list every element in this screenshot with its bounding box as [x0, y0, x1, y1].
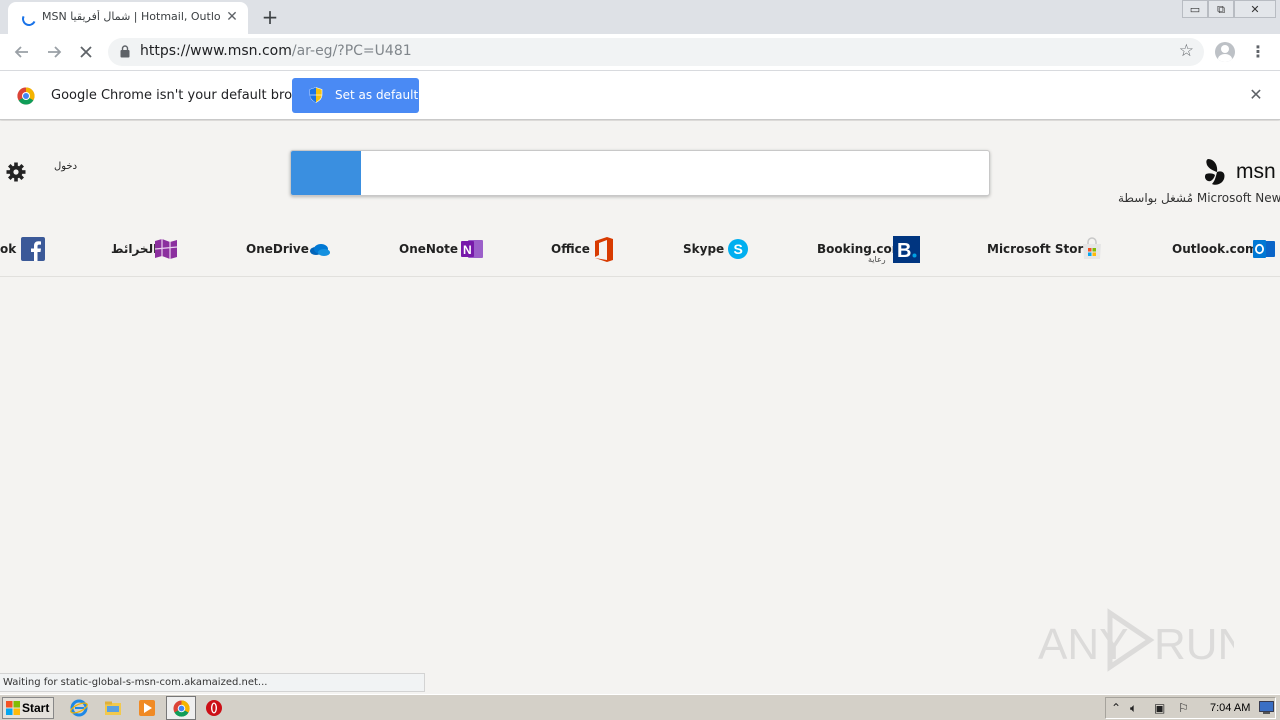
window-minimize-button[interactable]: ▭: [1182, 0, 1208, 18]
svg-text:N: N: [463, 243, 472, 257]
quick-link-label: Booking.com: [817, 242, 905, 256]
tab-strip: MSN شمال أفريقيا | Hotmail, Outlook ✕ + …: [0, 0, 1280, 34]
start-label: Start: [22, 701, 50, 715]
tray-expand-icon[interactable]: ⌃: [1111, 701, 1121, 715]
tab-close-button[interactable]: ✕: [224, 9, 240, 25]
loading-spinner-icon: [20, 10, 38, 28]
quick-link-microsoft-store[interactable]: Microsoft Store: [985, 233, 1105, 269]
quick-link-label: Outlook.com: [1172, 242, 1258, 256]
browser-menu-button[interactable]: ⋮: [1250, 42, 1266, 62]
maps-icon: [154, 239, 178, 259]
msn-page: دخول msn مُشغل بواسطة Microsoft News Out…: [0, 121, 1280, 672]
quick-link-label: OneNote: [399, 242, 459, 256]
chrome-icon: [173, 700, 190, 717]
facebook-icon: [21, 237, 45, 261]
onenote-icon: N: [461, 240, 483, 258]
stop-loading-button[interactable]: [74, 41, 98, 63]
new-tab-button[interactable]: +: [258, 6, 282, 28]
sign-in-link[interactable]: دخول: [54, 161, 77, 172]
booking-icon: B: [893, 236, 920, 263]
store-icon: [1083, 237, 1101, 259]
quick-link-facebook[interactable]: ok: [0, 233, 46, 269]
system-tray: ⌃ 🔈︎ ▣ ⚐ 7:04 AM: [1105, 697, 1276, 719]
tab-title: MSN شمال أفريقيا | Hotmail, Outlook: [42, 10, 220, 23]
show-desktop-icon[interactable]: [1259, 701, 1274, 715]
windows-flag-icon: [6, 701, 20, 715]
default-browser-infobar: Google Chrome isn't your default browser…: [0, 71, 1280, 120]
browser-toolbar: https://www.msn.com/ar-eg/?PC=U481 ☆ ⋮: [0, 34, 1280, 71]
sponsored-label: رعاية: [868, 255, 886, 264]
media-player-icon[interactable]: [138, 699, 156, 717]
person-icon: [1221, 45, 1229, 53]
svg-text:B: B: [897, 240, 911, 262]
volume-icon[interactable]: 🔈︎: [1130, 701, 1137, 716]
msn-butterfly-icon: [1204, 159, 1225, 185]
back-button[interactable]: [10, 41, 34, 63]
svg-text:S: S: [734, 241, 743, 257]
quick-link-office[interactable]: Office: [550, 233, 620, 269]
search-loading-bar: [291, 151, 361, 195]
quick-link-label: Office: [551, 242, 590, 256]
url-host: https://www.msn.com: [140, 43, 292, 59]
msn-logo-text: msn: [1236, 160, 1276, 183]
status-bubble: Waiting for static-global-s-msn-com.akam…: [0, 673, 425, 692]
quick-link-label: الخرائط: [111, 242, 158, 256]
window-restore-button[interactable]: ⧉: [1208, 0, 1234, 18]
quick-link-onedrive[interactable]: OneDrive: [245, 233, 335, 269]
quick-link-onenote[interactable]: OneNote N: [398, 233, 486, 269]
profile-avatar[interactable]: [1215, 42, 1235, 62]
settings-gear-icon[interactable]: [5, 161, 27, 183]
url-text: https://www.msn.com/ar-eg/?PC=U481: [140, 43, 412, 59]
windows-taskbar: Start ⌃ 🔈︎ ▣ ⚐ 7:04 AM: [0, 694, 1280, 720]
taskbar-clock[interactable]: 7:04 AM: [1210, 702, 1250, 714]
forward-button[interactable]: [42, 41, 66, 63]
quick-link-maps[interactable]: الخرائط: [110, 233, 182, 269]
set-as-default-button[interactable]: Set as default: [292, 78, 419, 113]
onedrive-icon: [310, 244, 330, 256]
uac-shield-icon: [309, 87, 323, 103]
start-button[interactable]: Start: [2, 697, 54, 719]
watermark-text-run: RUN: [1154, 620, 1234, 669]
quick-link-label: OneDrive: [246, 242, 309, 256]
bookmark-star-icon[interactable]: ☆: [1179, 41, 1194, 61]
quick-link-skype[interactable]: Skype S: [682, 233, 752, 269]
arrow-right-icon: [48, 46, 62, 58]
arrow-left-icon: [14, 46, 28, 58]
office-icon: [595, 237, 613, 262]
taskbar-chrome-button[interactable]: [166, 696, 196, 720]
network-icon[interactable]: ▣: [1154, 701, 1165, 715]
person-icon-body: [1218, 54, 1232, 62]
action-center-flag-icon[interactable]: ⚐: [1178, 701, 1189, 715]
infobar-close-button[interactable]: ✕: [1247, 86, 1265, 104]
powered-by-text: مُشغل بواسطة Microsoft News: [1118, 191, 1280, 205]
window-close-button[interactable]: ✕: [1234, 0, 1276, 18]
browser-tab-msn[interactable]: MSN شمال أفريقيا | Hotmail, Outlook ✕: [8, 2, 248, 34]
address-bar[interactable]: https://www.msn.com/ar-eg/?PC=U481 ☆: [108, 38, 1204, 66]
search-box[interactable]: [290, 150, 990, 196]
quick-link-outlook[interactable]: Outlook.com: [1170, 233, 1276, 269]
quick-links-bar: Outlook.com Microsoft Store Booking.com …: [0, 233, 1280, 277]
file-explorer-icon[interactable]: [104, 699, 122, 717]
outlook-icon: [1253, 240, 1275, 258]
skype-icon: S: [728, 239, 748, 259]
set-as-default-label: Set as default: [335, 88, 419, 102]
internet-explorer-icon[interactable]: [70, 699, 88, 717]
quick-link-label: Skype: [683, 242, 725, 256]
url-path: /ar-eg/?PC=U481: [291, 43, 412, 59]
infobar-message: Google Chrome isn't your default browser: [51, 88, 323, 103]
quick-link-label: Microsoft Store: [987, 242, 1092, 256]
quick-link-booking[interactable]: Booking.com رعاية B: [815, 233, 921, 269]
chrome-logo-icon: [17, 87, 35, 105]
anyrun-watermark: ANY RUN: [1038, 608, 1234, 672]
quick-link-label: ok: [0, 242, 17, 256]
opera-icon[interactable]: [205, 699, 223, 717]
lock-icon: [120, 45, 130, 58]
close-x-icon: [80, 46, 92, 58]
